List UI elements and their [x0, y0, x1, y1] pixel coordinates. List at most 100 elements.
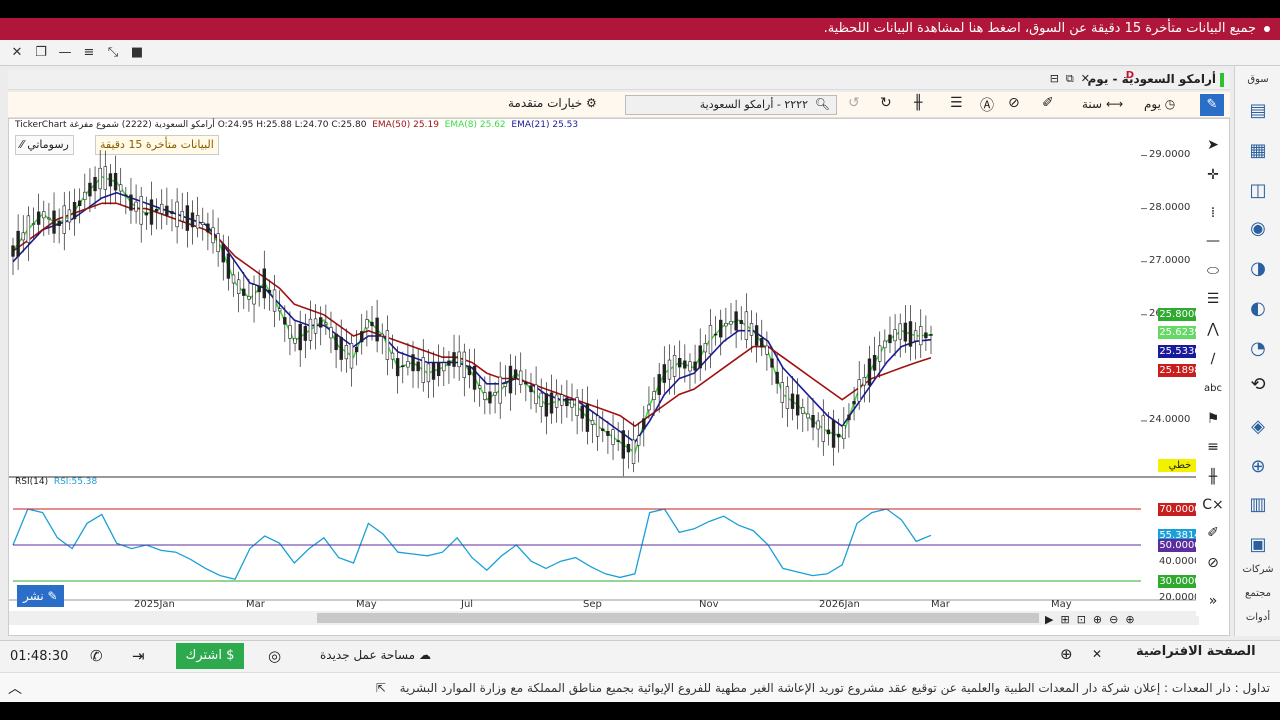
candle-body: [878, 345, 882, 362]
candle-body: [452, 352, 456, 367]
chart-area[interactable]: TickerChart أرامكو السعودية (2222) شموع …: [8, 118, 1230, 636]
candle-body: [544, 393, 549, 417]
companies-icon[interactable]: ▣: [1243, 532, 1273, 558]
watch-icon[interactable]: ◔: [1243, 336, 1273, 362]
zoom-area-icon[interactable]: ⊕: [1093, 613, 1102, 626]
candle-body: [652, 391, 656, 400]
fib-icon[interactable]: ☰: [1202, 288, 1224, 310]
candle-body: [626, 443, 631, 453]
bars-icon[interactable]: ▥: [1243, 492, 1273, 518]
phone-icon[interactable]: ✆: [90, 647, 103, 665]
close-workspace-icon[interactable]: ✕: [1092, 647, 1102, 661]
zoom-out-icon[interactable]: ⊖: [1109, 613, 1118, 626]
calc-icon[interactable]: ◈: [1243, 414, 1273, 440]
tab-pin-icon[interactable]: ⊟: [1050, 72, 1059, 85]
tools-tab[interactable]: أدوات: [1235, 612, 1280, 623]
edit-pencil-icon[interactable]: ✎: [1200, 94, 1224, 116]
community-tab[interactable]: مجتمع: [1235, 588, 1280, 599]
candle-body: [683, 360, 687, 369]
candles-tool-icon[interactable]: ╫: [1202, 466, 1224, 488]
horizontal-line-icon[interactable]: —: [1202, 230, 1224, 252]
zoom-in-icon[interactable]: ⊕: [1125, 613, 1134, 626]
period-day-button[interactable]: ◷ يوم: [1144, 97, 1175, 111]
align-icon[interactable]: ≡: [80, 44, 98, 62]
candle-body: [508, 365, 513, 394]
horizontal-scrollbar[interactable]: [9, 611, 1199, 625]
market-tab[interactable]: سوق: [1235, 74, 1280, 85]
scroll-right-icon[interactable]: ▶: [1045, 613, 1053, 626]
levels-icon[interactable]: ≡: [1202, 436, 1224, 458]
hide-icon[interactable]: ⊘: [1202, 552, 1224, 574]
candle-body: [524, 382, 528, 385]
alert-icon[interactable]: Ⓐ: [980, 95, 994, 115]
candles-icon[interactable]: ╫: [914, 95, 922, 111]
candle-body: [242, 288, 246, 296]
close-icon[interactable]: ✕: [8, 44, 26, 62]
redo-icon[interactable]: ↻: [880, 95, 892, 111]
candle-body: [867, 358, 872, 386]
candle-body: [11, 245, 15, 257]
cursor-icon[interactable]: ➤: [1202, 134, 1224, 156]
new-workspace-button[interactable]: ☁ مساحة عمل جديدة: [320, 648, 431, 662]
crosshair-icon[interactable]: ✛: [1202, 164, 1224, 186]
user-icon[interactable]: ◎: [268, 647, 281, 665]
trendline-icon[interactable]: ∕: [1202, 348, 1224, 370]
expand-icon[interactable]: »: [1202, 590, 1224, 612]
brush-icon[interactable]: ✐: [1202, 522, 1224, 544]
text-tool-icon[interactable]: abc: [1202, 378, 1224, 400]
candle-body: [149, 199, 154, 225]
pattern-icon[interactable]: ⋀: [1202, 318, 1224, 340]
logout-icon[interactable]: ⇥: [132, 647, 145, 665]
external-link-icon[interactable]: ⇱: [376, 681, 386, 695]
tab-copy-icon[interactable]: ⧉: [1066, 72, 1074, 85]
candle-body: [765, 345, 769, 355]
flag-icon[interactable]: ⚑: [1202, 408, 1224, 430]
target-icon[interactable]: ⊕: [1243, 454, 1273, 480]
time-tick-label: 2025Jan: [134, 599, 175, 610]
scanner-icon[interactable]: ◐: [1243, 296, 1273, 322]
tab-close-icon[interactable]: ✕: [1081, 72, 1090, 85]
collapse-icon[interactable]: ⤡: [104, 44, 122, 62]
delay-banner[interactable]: جميع البيانات متأخرة 15 دقيقة عن السوق، …: [0, 18, 1280, 40]
period-year-button[interactable]: ⟷ سنة: [1082, 97, 1123, 111]
minimize-icon[interactable]: —: [56, 44, 74, 62]
news-ticker[interactable]: تداول : دار المعدات : إعلان شركة دار الم…: [0, 672, 1280, 702]
news-icon[interactable]: ▦: [1243, 138, 1273, 164]
draw-pen-icon[interactable]: ✐: [1042, 95, 1054, 111]
candle-body: [380, 333, 384, 337]
candle-body: [724, 322, 728, 327]
lock-window-icon[interactable]: ◑: [1243, 256, 1273, 282]
window-toolbar: ✕ ❐ — ≡ ⤡ ■: [0, 40, 1280, 66]
advanced-options-button[interactable]: ⚙ خيارات متقدمة: [508, 96, 597, 110]
dotted-crosshair-icon[interactable]: ⁞: [1202, 202, 1224, 224]
subscribe-button[interactable]: اشترك $: [176, 643, 244, 669]
chart-window-icon[interactable]: ◫: [1243, 178, 1273, 204]
daily-mark: D: [1125, 70, 1134, 81]
candle-body: [847, 414, 851, 421]
formula-icon[interactable]: C×: [1202, 494, 1224, 516]
restore-icon[interactable]: ❐: [32, 44, 50, 62]
market-watch-icon[interactable]: ▤: [1243, 98, 1273, 124]
publish-button[interactable]: نشر ✎: [17, 585, 64, 607]
candle-body: [154, 208, 159, 212]
default-workspace-tab[interactable]: الصفحة الافتراضية: [1136, 644, 1256, 659]
chart-tab[interactable]: أرامكو السعودية - يوم: [1088, 72, 1216, 86]
alert-window-icon[interactable]: ◉: [1243, 216, 1273, 242]
ellipse-icon[interactable]: ⬭: [1202, 260, 1224, 282]
chevron-up-icon[interactable]: ︿: [8, 678, 22, 698]
add-workspace-icon[interactable]: ⊕: [1060, 645, 1073, 663]
symbol-search-field[interactable]: 🔍︎ ٢٢٢٢ - أرامكو السعودية: [625, 95, 837, 115]
zoom-fit-icon[interactable]: ⊞: [1060, 613, 1069, 626]
candle-body: [457, 351, 461, 368]
undo-icon[interactable]: ↺: [848, 95, 860, 111]
companies-tab[interactable]: شركات: [1235, 564, 1280, 575]
zoom-reset-icon[interactable]: ⊡: [1077, 613, 1086, 626]
candle-body: [236, 279, 241, 294]
symbol-value: ٢٢٢٢ - أرامكو السعودية: [699, 98, 808, 111]
chart-canvas[interactable]: [9, 119, 1199, 619]
list-icon[interactable]: ☰: [950, 95, 963, 111]
indicator-icon[interactable]: ⊘: [1008, 95, 1020, 111]
camera-icon[interactable]: ■: [128, 44, 146, 62]
refresh-icon[interactable]: ⟲: [1243, 372, 1273, 398]
scrollbar-thumb[interactable]: [317, 613, 1039, 623]
